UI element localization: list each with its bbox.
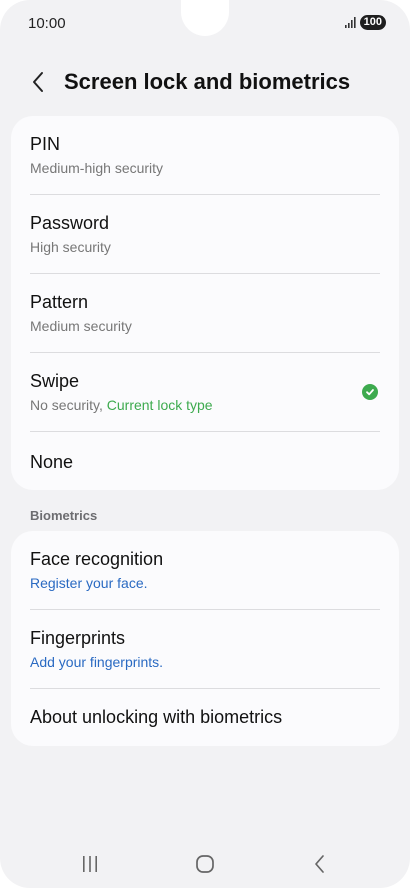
signal-icon: [344, 17, 356, 28]
option-title: None: [30, 452, 74, 472]
register-face-link: Register your face.: [30, 575, 148, 591]
option-title: Password: [30, 213, 110, 233]
option-title: About unlocking with biometrics: [30, 707, 283, 727]
check-circle-icon: [362, 384, 378, 400]
lock-type-card: PIN Medium-high security Password High s…: [11, 116, 399, 490]
back-icon: [315, 855, 324, 873]
status-time: 10:00: [28, 15, 66, 32]
app-header: Screen lock and biometrics: [0, 62, 410, 102]
navigation-bar: [0, 840, 410, 888]
option-subtitle: High security: [30, 239, 111, 255]
lock-option-pin[interactable]: PIN Medium-high security: [11, 116, 399, 195]
biometric-fingerprints[interactable]: Fingerprints Add your fingerprints.: [11, 610, 399, 689]
phone-screen: 10:00 100 Screen lock and biometrics PIN…: [0, 0, 410, 888]
option-subtitle: Medium security: [30, 318, 132, 334]
home-icon: [196, 855, 214, 873]
option-subtitle: Medium-high security: [30, 160, 164, 176]
lock-option-password[interactable]: Password High security: [11, 195, 399, 274]
battery-indicator: 100: [359, 15, 386, 30]
option-subtitle: No security, Current lock type: [30, 397, 213, 413]
recents-button[interactable]: [70, 850, 110, 878]
status-bar: 10:00 100: [0, 0, 410, 48]
lock-option-pattern[interactable]: Pattern Medium security: [11, 274, 399, 353]
status-icons: 100: [344, 15, 386, 30]
home-button[interactable]: [185, 850, 225, 878]
biometric-face-recognition[interactable]: Face recognition Register your face.: [11, 531, 399, 610]
option-title: Swipe: [30, 371, 80, 391]
add-fingerprints-link: Add your fingerprints.: [30, 654, 164, 670]
option-title: Fingerprints: [30, 628, 126, 648]
recents-icon: [83, 856, 97, 872]
security-level: No security,: [30, 397, 107, 413]
page-title: Screen lock and biometrics: [64, 69, 351, 94]
back-button[interactable]: [26, 68, 50, 96]
current-lock-label: Current lock type: [106, 397, 213, 413]
lock-option-swipe[interactable]: Swipe No security, Current lock type: [11, 353, 399, 432]
lock-option-none[interactable]: None: [11, 432, 399, 490]
back-nav-button[interactable]: [300, 850, 340, 878]
option-title: Pattern: [30, 292, 89, 312]
biometrics-card: Face recognition Register your face. Fin…: [11, 531, 399, 746]
chevron-left-icon: [33, 72, 43, 92]
option-title: Face recognition: [30, 549, 164, 569]
about-biometrics[interactable]: About unlocking with biometrics: [11, 689, 399, 746]
section-label-biometrics: Biometrics: [30, 508, 98, 523]
option-title: PIN: [30, 134, 61, 154]
